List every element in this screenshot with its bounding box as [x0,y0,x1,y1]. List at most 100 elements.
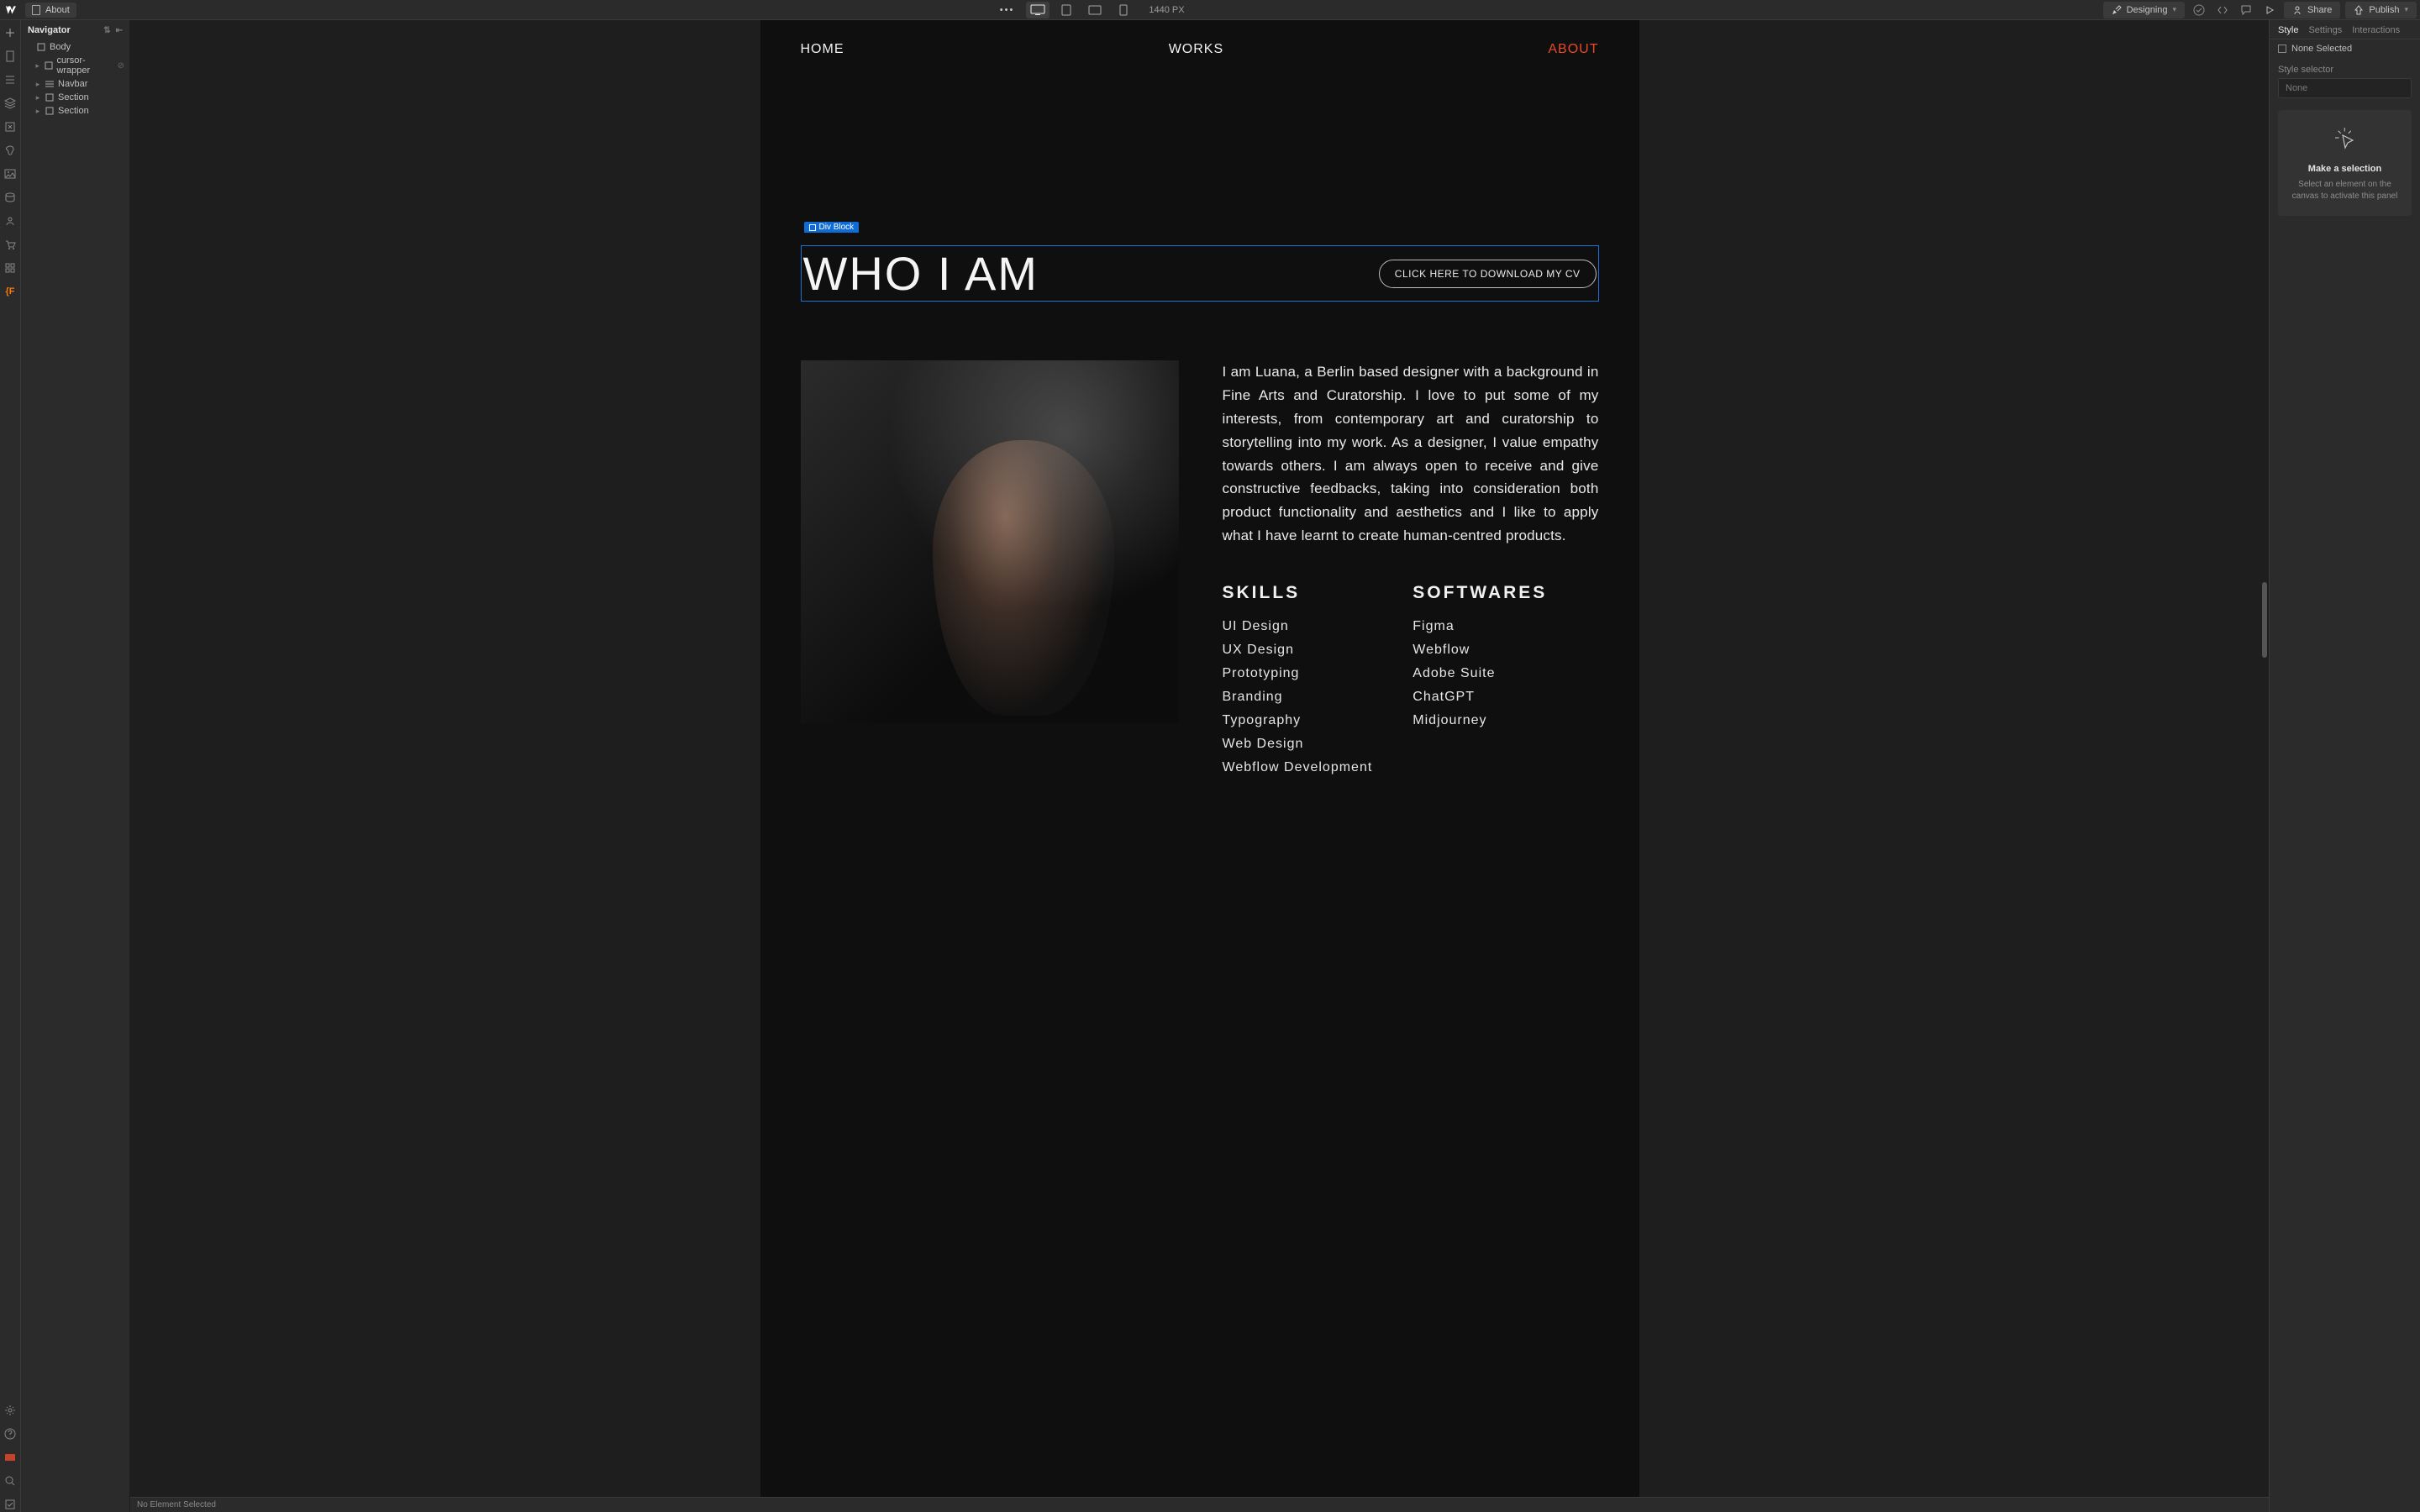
navigator-collapse-icon[interactable]: ⇤ [116,26,123,35]
tree-item[interactable]: ▸ Section [23,104,128,118]
top-bar: About ••• 1440 PX Designing ▾ [0,0,2420,20]
navigator-icon[interactable] [3,72,18,87]
code-icon[interactable] [2213,2,2232,18]
video-icon[interactable] [3,1450,18,1465]
box-icon [2278,45,2286,53]
list-item[interactable]: Adobe Suite [1413,662,1547,685]
skills-heading[interactable]: SKILLS [1223,583,1373,603]
search-icon[interactable] [3,1473,18,1488]
check-circle-icon[interactable] [2190,2,2208,18]
chevron-down-icon: ▾ [2404,5,2408,14]
tab-style[interactable]: Style [2278,25,2298,35]
selection-tag[interactable]: Div Block [804,222,860,233]
page-icon [32,5,40,15]
nav-link-works[interactable]: WORKS [1169,42,1223,57]
nav-link-home[interactable]: HOME [801,42,844,57]
hero-title[interactable]: WHO I AM [803,246,1039,301]
list-item[interactable]: Webflow Development [1223,756,1373,780]
breakpoint-desktop-icon[interactable] [1026,2,1050,18]
pages-icon[interactable] [3,49,18,64]
about-section: I am Luana, a Berlin based designer with… [801,360,1599,780]
expand-icon[interactable]: ▸ [34,61,40,71]
breakpoint-width-label: 1440 PX [1149,5,1184,15]
apps-icon[interactable] [3,260,18,276]
users-icon[interactable] [3,213,18,228]
list-item[interactable]: Web Design [1223,732,1373,756]
tree-label: Section [58,92,89,102]
finsweet-icon[interactable]: {F [3,284,18,299]
list-item[interactable]: UX Design [1223,638,1373,662]
preview-play-icon[interactable] [2260,2,2279,18]
profile-photo[interactable] [801,360,1179,723]
right-panel: Style Settings Interactions None Selecte… [2269,20,2420,1512]
comment-icon[interactable] [2237,2,2255,18]
site-canvas[interactable]: HOME WORKS ABOUT Div Block WHO I AM CLIC… [760,20,1639,1497]
breakpoint-mobile-icon[interactable] [1112,2,1135,18]
expand-icon[interactable]: ▸ [34,80,41,89]
cursor-click-icon [2330,125,2360,155]
cms-icon[interactable] [3,190,18,205]
mode-designing-button[interactable]: Designing ▾ [2103,2,2185,18]
more-menu-icon[interactable]: ••• [995,5,1020,15]
nav-link-about[interactable]: ABOUT [1548,42,1598,57]
box-icon [44,60,53,71]
page-selector[interactable]: About [25,3,76,18]
canvas-area: HOME WORKS ABOUT Div Block WHO I AM CLIC… [130,20,2269,1512]
right-panel-tabs: Style Settings Interactions [2270,20,2420,39]
status-text: No Element Selected [137,1500,216,1509]
share-button[interactable]: Share [2284,2,2340,18]
list-item[interactable]: Figma [1413,615,1547,638]
navigator-expand-icon[interactable]: ⇅ [103,26,110,35]
list-item[interactable]: Typography [1223,709,1373,732]
softwares-heading[interactable]: SOFTWARES [1413,583,1547,603]
hero-divblock[interactable]: WHO I AM CLICK HERE TO DOWNLOAD MY CV [801,245,1599,302]
list-item[interactable]: ChatGPT [1413,685,1547,709]
navigator-panel: Navigator ⇅ ⇤ Body ▸ cursor-wrapper ⊘ ▸ … [21,20,130,1512]
status-bar: No Element Selected [130,1497,2269,1512]
audit-icon[interactable] [3,1497,18,1512]
tree-label: Section [58,106,89,116]
breakpoint-landscape-icon[interactable] [1083,2,1107,18]
visibility-off-icon[interactable]: ⊘ [118,61,124,71]
tree-item[interactable]: ▸ cursor-wrapper ⊘ [23,54,128,77]
canvas-scrollbar[interactable] [2262,20,2267,1499]
help-icon[interactable] [3,1426,18,1441]
tab-interactions[interactable]: Interactions [2352,25,2400,35]
list-item[interactable]: Branding [1223,685,1373,709]
left-rail: {F [0,20,21,1512]
section-icon [45,92,55,102]
tree-label: Body [50,42,71,52]
chevron-down-icon: ▾ [2173,5,2177,14]
list-item[interactable]: Prototyping [1223,662,1373,685]
style-selector-input[interactable]: None [2278,78,2412,98]
list-item[interactable]: Midjourney [1413,709,1547,732]
tree-body[interactable]: Body [23,40,128,54]
webflow-logo-icon[interactable] [3,3,18,18]
tab-settings[interactable]: Settings [2308,25,2342,35]
style-selectors-icon[interactable] [3,143,18,158]
tree-item[interactable]: ▸ Section [23,91,128,104]
navigator-title: Navigator [28,25,71,35]
settings-gear-icon[interactable] [3,1403,18,1418]
section-icon [45,106,55,116]
publish-button[interactable]: Publish ▾ [2345,2,2417,18]
list-item[interactable]: Webflow [1413,638,1547,662]
expand-icon[interactable]: ▸ [34,107,41,116]
add-element-icon[interactable] [3,25,18,40]
empty-body: Select an element on the canvas to activ… [2286,179,2403,202]
selection-tag-label: Div Block [819,223,855,232]
components-icon[interactable] [3,96,18,111]
mode-label: Designing [2127,5,2168,15]
breakpoint-tablet-icon[interactable] [1055,2,1078,18]
assets-icon[interactable] [3,166,18,181]
variables-icon[interactable] [3,119,18,134]
tree-item[interactable]: ▸ Navbar [23,77,128,91]
download-cv-button[interactable]: CLICK HERE TO DOWNLOAD MY CV [1379,260,1597,288]
list-item[interactable]: UI Design [1223,615,1373,638]
style-selector-label: Style selector [2270,58,2420,78]
expand-icon[interactable]: ▸ [34,93,41,102]
bio-text[interactable]: I am Luana, a Berlin based designer with… [1223,360,1599,548]
selection-text: None Selected [2291,44,2352,54]
ecommerce-icon[interactable] [3,237,18,252]
scrollbar-thumb[interactable] [2262,582,2267,658]
